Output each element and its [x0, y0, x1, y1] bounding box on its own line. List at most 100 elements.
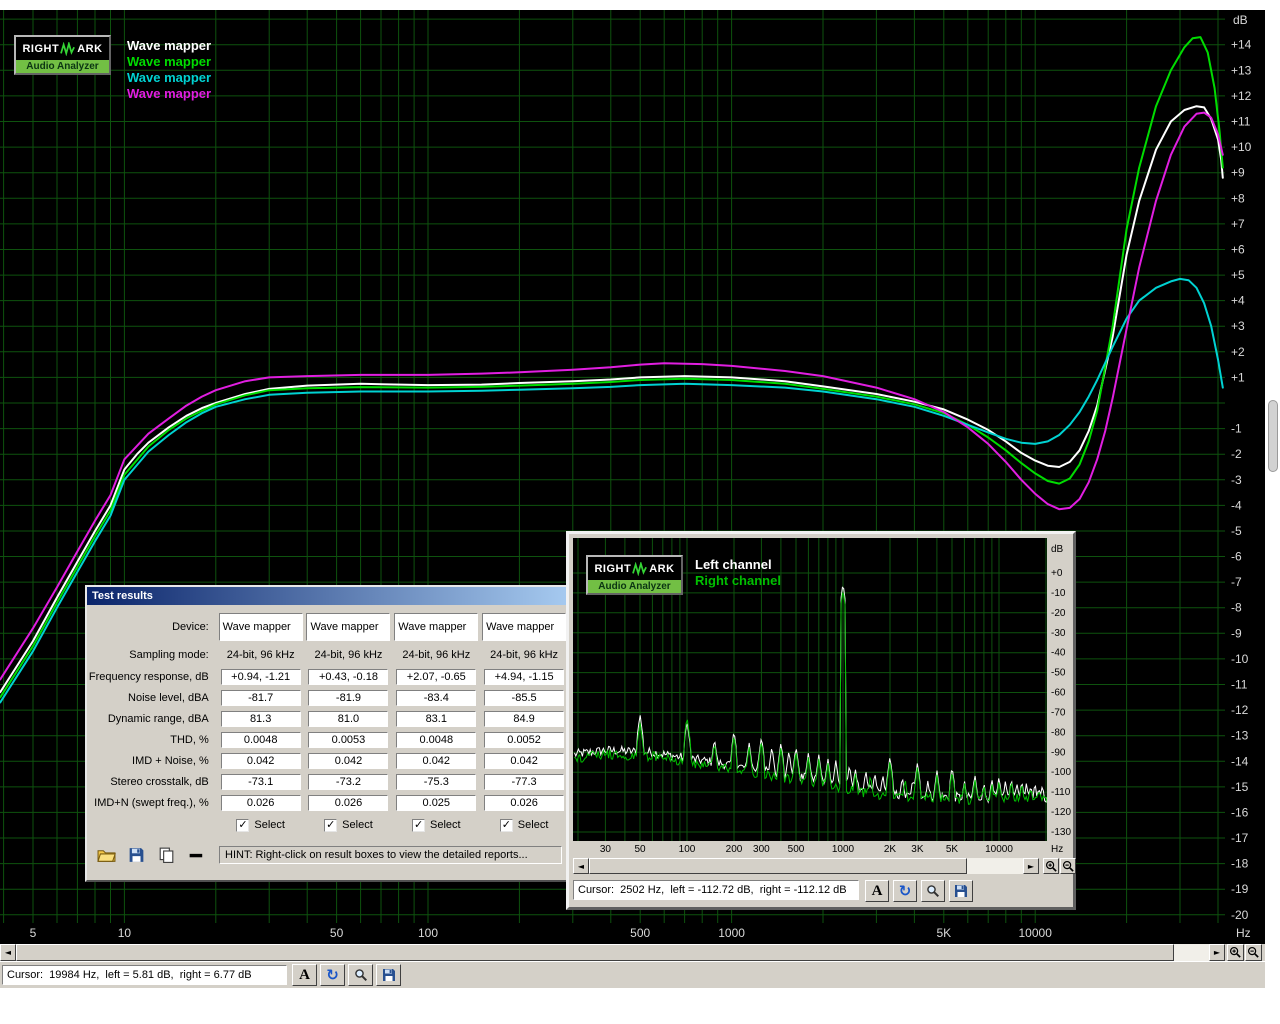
save-button[interactable] — [949, 880, 973, 902]
page-scrollbar[interactable] — [1266, 0, 1280, 1024]
row-label: IMD + Noise, % — [132, 754, 209, 767]
zoom-in-button[interactable] — [1043, 858, 1059, 874]
svg-text:-13: -13 — [1231, 729, 1249, 743]
select-label: Select — [517, 819, 549, 831]
select-checkbox[interactable]: ✓ — [411, 818, 425, 832]
zoom-in-icon — [1229, 946, 1241, 958]
spectrum-horizontal-scrollbar[interactable]: ◄ ► — [573, 858, 1039, 874]
result-value-box[interactable]: 0.042 — [220, 752, 301, 769]
result-value-box[interactable]: 0.026 — [220, 794, 301, 811]
device-name-box[interactable]: Wave mapper — [482, 613, 567, 641]
select-checkbox[interactable]: ✓ — [236, 818, 250, 832]
zoom-in-button[interactable] — [1227, 944, 1244, 961]
result-value-box[interactable]: 83.1 — [396, 710, 477, 727]
refresh-button[interactable]: ↻ — [893, 880, 917, 902]
select-checkbox[interactable]: ✓ — [324, 817, 338, 832]
open-report-button[interactable] — [93, 844, 120, 866]
svg-text:-130: -130 — [1051, 827, 1071, 838]
svg-text:10000: 10000 — [985, 844, 1013, 855]
result-value-box[interactable]: -77.3 — [484, 773, 565, 790]
result-value-box[interactable]: -85.5 — [484, 689, 565, 706]
result-value-box[interactable]: 0.0048 — [396, 731, 477, 748]
result-value-box[interactable]: 0.0053 — [308, 731, 389, 748]
svg-text:50: 50 — [330, 926, 344, 940]
legend-item: Wave mapper — [127, 86, 212, 101]
scroll-track[interactable] — [16, 944, 1209, 961]
result-value-box[interactable]: -73.1 — [220, 773, 301, 790]
svg-text:-7: -7 — [1231, 575, 1242, 589]
result-value-box[interactable]: 0.0048 — [220, 731, 301, 748]
rmaa-main-window: dB +14 +13 +12 +11 +10 +9 +8 +7 +6 +5 +4 +3 +2 +1 -1 -2 -… — [0, 10, 1265, 988]
result-value-box[interactable]: -73.2 — [308, 773, 389, 790]
magnifier-button[interactable] — [348, 964, 373, 986]
svg-text:+2: +2 — [1231, 345, 1245, 359]
result-value-box[interactable]: 0.026 — [484, 794, 565, 811]
result-value-box[interactable]: +4.94, -1.15 — [484, 668, 565, 685]
save-report-button[interactable] — [123, 844, 150, 866]
svg-text:-18: -18 — [1231, 857, 1249, 871]
scroll-right-button[interactable]: ► — [1023, 858, 1039, 874]
font-button[interactable]: A — [292, 964, 317, 986]
result-value-box[interactable]: -81.7 — [220, 689, 301, 706]
spectrum-window: dB +0 -10 -20 -30 -40 -50 -60 -70 -80 -90 -100 -110 -… — [566, 531, 1076, 910]
device-name-box[interactable]: Wave mapper — [394, 613, 479, 641]
result-value-box[interactable]: 81.0 — [308, 710, 389, 727]
svg-text:dB: dB — [1233, 13, 1248, 27]
select-checkbox[interactable]: ✓ — [499, 818, 513, 832]
zoom-out-button[interactable] — [1245, 944, 1262, 961]
row-label: Noise level, dBA — [128, 691, 209, 704]
refresh-icon: ↻ — [898, 881, 912, 900]
magnifier-icon — [354, 969, 367, 982]
svg-text:100: 100 — [418, 926, 438, 940]
sampling-mode-value: 24-bit, 96 kHz — [314, 649, 383, 661]
scroll-thumb[interactable] — [589, 858, 967, 874]
test-results-titlebar[interactable]: Test results — [87, 587, 568, 605]
refresh-button[interactable]: ↻ — [320, 964, 345, 986]
scroll-left-button[interactable]: ◄ — [0, 944, 16, 961]
result-value-box[interactable]: 0.042 — [396, 752, 477, 769]
page-scrollbar-thumb[interactable] — [1268, 400, 1278, 472]
magnifier-button[interactable] — [921, 880, 945, 902]
scroll-right-button[interactable]: ► — [1209, 944, 1225, 961]
svg-text:300: 300 — [753, 844, 770, 855]
result-value-box[interactable]: 81.3 — [220, 710, 301, 727]
font-button[interactable]: A — [865, 880, 889, 902]
device-name-box[interactable]: Wave mapper — [218, 613, 303, 641]
result-value-box[interactable]: -75.3 — [396, 773, 477, 790]
result-value-box[interactable]: 0.042 — [484, 752, 565, 769]
svg-text:+12: +12 — [1231, 89, 1252, 103]
scroll-track[interactable] — [589, 858, 1023, 874]
main-horizontal-scrollbar[interactable]: ◄ ► — [0, 944, 1265, 961]
result-value-box[interactable]: +2.07, -0.65 — [396, 668, 477, 685]
result-value-box[interactable]: 84.9 — [484, 710, 565, 727]
result-value-box[interactable]: -83.4 — [396, 689, 477, 706]
svg-text:+14: +14 — [1231, 38, 1252, 52]
save-button[interactable] — [376, 964, 401, 986]
arrow-left-icon: ◄ — [577, 861, 585, 871]
result-value-box[interactable]: +0.43, -0.18 — [308, 668, 389, 685]
arrow-right-icon: ► — [1213, 948, 1221, 957]
device-name-box[interactable]: Wave mapper — [306, 613, 391, 641]
arrow-right-icon: ► — [1027, 861, 1035, 871]
svg-text:Hz: Hz — [1051, 844, 1063, 855]
result-value-box[interactable]: 0.042 — [308, 752, 389, 769]
zoom-out-button[interactable] — [1060, 858, 1076, 874]
select-label: Select — [254, 819, 285, 831]
scroll-left-button[interactable]: ◄ — [573, 858, 589, 874]
result-value-box[interactable]: -81.9 — [308, 689, 389, 706]
result-value-box[interactable]: +0.94, -1.21 — [220, 668, 301, 685]
check-icon: ✓ — [326, 817, 336, 831]
result-value-box[interactable]: 0.026 — [308, 794, 389, 811]
result-value-box[interactable]: 0.0052 — [484, 731, 565, 748]
copy-report-button[interactable] — [153, 844, 180, 866]
remove-column-button[interactable] — [183, 844, 210, 866]
svg-text:5K: 5K — [946, 844, 959, 855]
svg-text:1000: 1000 — [718, 926, 745, 940]
result-value-box[interactable]: 0.025 — [396, 794, 477, 811]
svg-text:3K: 3K — [911, 844, 924, 855]
svg-text:-70: -70 — [1051, 707, 1066, 718]
zoom-out-icon — [1247, 946, 1259, 958]
cursor-readout: Cursor: 2502 Hz, left = -112.72 dB, righ… — [573, 880, 859, 900]
sampling-mode-value: 24-bit, 96 kHz — [490, 649, 559, 661]
scroll-thumb[interactable] — [16, 944, 1174, 961]
